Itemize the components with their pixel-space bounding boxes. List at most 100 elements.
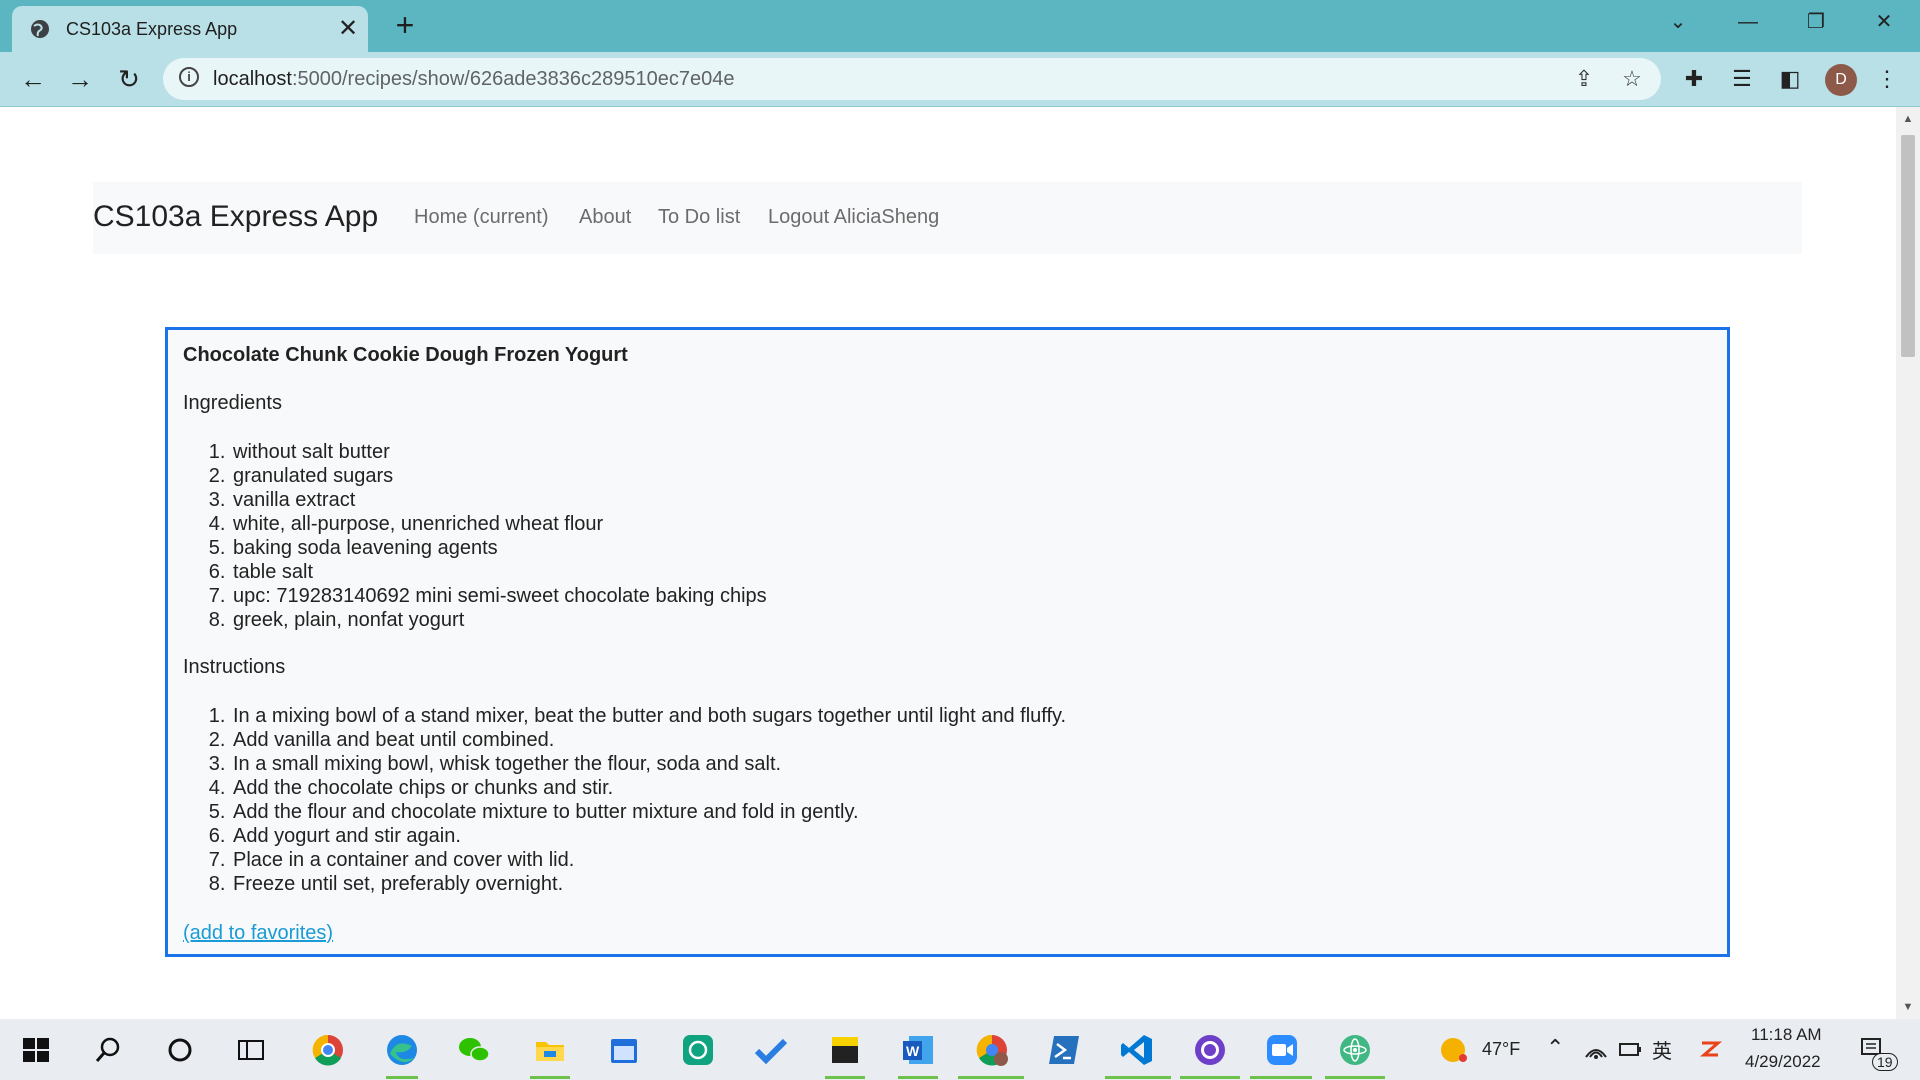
browser-frame: CS103a Express App ✕ + ⌄ — ❐ ✕ ← → ↻ i l… [0, 0, 1920, 107]
list-item: In a small mixing bowl, whisk together t… [231, 752, 1066, 776]
explorer-running-indicator [530, 1076, 570, 1079]
notification-count-badge: 19 [1872, 1053, 1898, 1071]
zoom-running-indicator [1250, 1076, 1312, 1079]
calendar-icon[interactable] [606, 1032, 642, 1068]
word-icon[interactable]: W [900, 1032, 936, 1068]
chrome-profile-icon[interactable] [974, 1032, 1010, 1068]
url-text[interactable]: localhost:5000/recipes/show/626ade3836c2… [213, 68, 735, 91]
github-running-indicator [1180, 1076, 1240, 1079]
list-item: Add the chocolate chips or chunks and st… [231, 776, 1066, 800]
list-item: baking soda leavening agents [231, 536, 767, 560]
url-host: localhost [213, 68, 292, 90]
minimize-icon[interactable]: — [1715, 0, 1781, 44]
list-item: Add vanilla and beat until combined. [231, 728, 1066, 752]
scroll-up-icon[interactable]: ▲ [1902, 113, 1914, 125]
sticky-running-indicator [825, 1076, 865, 1079]
clock-time[interactable]: 11:18 AM [1751, 1025, 1822, 1045]
globe-icon [31, 20, 49, 38]
tab-title: CS103a Express App [66, 19, 238, 39]
battery-icon[interactable] [1616, 1035, 1644, 1063]
list-item: white, all-purpose, unenriched wheat flo… [231, 512, 767, 536]
atom-running-indicator [1325, 1076, 1385, 1079]
back-icon[interactable]: ← [16, 62, 50, 96]
sticky-notes-icon[interactable] [827, 1032, 863, 1068]
vscode-running-indicator [1105, 1076, 1171, 1079]
scroll-thumb[interactable] [1901, 135, 1915, 357]
list-item: vanilla extract [231, 488, 767, 512]
recipe-title: Chocolate Chunk Cookie Dough Frozen Yogu… [183, 344, 628, 366]
ingredients-list: without salt butter granulated sugars va… [183, 440, 767, 632]
weather-temperature[interactable]: 47°F [1482, 1039, 1520, 1060]
share-icon[interactable]: ⇪ [1571, 66, 1597, 92]
navbar-brand[interactable]: CS103a Express App [93, 200, 378, 234]
instructions-heading: Instructions [183, 656, 286, 678]
chrome-icon[interactable] [310, 1032, 346, 1068]
list-item: In a mixing bowl of a stand mixer, beat … [231, 704, 1066, 728]
new-tab-icon[interactable]: + [390, 9, 420, 41]
add-to-favorites-link[interactable]: (add to favorites) [183, 922, 333, 945]
edge-icon[interactable] [384, 1032, 420, 1068]
file-explorer-icon[interactable] [532, 1032, 568, 1068]
weather-sun-icon[interactable] [1437, 1032, 1473, 1068]
nav-link-home[interactable]: Home (current) [414, 206, 548, 229]
list-item: greek, plain, nonfat yogurt [231, 608, 767, 632]
tab-search-icon[interactable]: ⌄ [1645, 0, 1711, 44]
wifi-icon[interactable] [1582, 1035, 1610, 1063]
browser-tab[interactable]: CS103a Express App ✕ [12, 6, 368, 52]
vscode-icon[interactable] [1119, 1032, 1155, 1068]
github-desktop-icon[interactable] [1192, 1032, 1228, 1068]
instructions-list: In a mixing bowl of a stand mixer, beat … [183, 704, 1066, 896]
ingredients-heading: Ingredients [183, 392, 282, 414]
nav-link-todo[interactable]: To Do list [658, 206, 740, 229]
todo-check-icon[interactable] [753, 1032, 789, 1068]
site-navbar: CS103a Express App Home (current) About … [93, 182, 1802, 254]
task-view-icon[interactable] [233, 1032, 269, 1068]
powershell-icon[interactable] [1046, 1032, 1082, 1068]
chatgpt-icon[interactable] [680, 1032, 716, 1068]
windows-taskbar: W 47°F ⌃ 英 11:18 AM 4/29/2022 19 [0, 1019, 1920, 1080]
word-running-indicator [898, 1076, 938, 1079]
nav-link-about[interactable]: About [579, 206, 631, 229]
url-path: :5000/recipes/show/626ade3836c289510ec7e… [291, 68, 735, 90]
list-item: without salt butter [231, 440, 767, 464]
side-panel-icon[interactable]: ◧ [1773, 62, 1807, 96]
clock-date[interactable]: 4/29/2022 [1745, 1052, 1821, 1072]
close-window-icon[interactable]: ✕ [1851, 0, 1917, 44]
svg-text:W: W [906, 1043, 920, 1059]
profile-avatar[interactable]: D [1825, 64, 1857, 96]
cortana-icon[interactable] [162, 1032, 198, 1068]
vertical-scrollbar[interactable]: ▲ ▼ [1896, 107, 1920, 1019]
bookmark-star-icon[interactable]: ☆ [1619, 66, 1645, 92]
windows-start-icon[interactable] [18, 1032, 54, 1068]
media-control-icon[interactable]: ☰ [1725, 62, 1759, 96]
chevron-up-icon[interactable]: ⌃ [1546, 1035, 1564, 1061]
recipe-card: Chocolate Chunk Cookie Dough Frozen Yogu… [165, 327, 1730, 957]
search-icon[interactable] [90, 1032, 126, 1068]
scroll-down-icon[interactable]: ▼ [1902, 1001, 1914, 1013]
forward-icon[interactable]: → [63, 62, 97, 96]
address-bar[interactable]: i localhost:5000/recipes/show/626ade3836… [163, 58, 1661, 100]
extensions-icon[interactable]: ✚ [1677, 62, 1711, 96]
page-viewport: CS103a Express App Home (current) About … [0, 107, 1896, 1019]
list-item: Place in a container and cover with lid. [231, 848, 1066, 872]
reload-icon[interactable]: ↻ [112, 62, 146, 96]
zoom-icon[interactable] [1264, 1032, 1300, 1068]
menu-kebab-icon[interactable]: ⋮ [1870, 62, 1904, 96]
chrome-running-indicator [958, 1076, 1024, 1079]
wechat-icon[interactable] [456, 1032, 492, 1068]
nav-link-logout[interactable]: Logout AliciaSheng [768, 206, 939, 229]
close-tab-icon[interactable]: ✕ [334, 15, 362, 43]
list-item: Add yogurt and stir again. [231, 824, 1066, 848]
list-item: Add the flour and chocolate mixture to b… [231, 800, 1066, 824]
app-tray-icon[interactable] [1696, 1035, 1724, 1063]
restore-icon[interactable]: ❐ [1783, 0, 1849, 44]
input-method-icon[interactable]: 英 [1652, 1035, 1672, 1064]
atom-icon[interactable] [1337, 1032, 1373, 1068]
list-item: granulated sugars [231, 464, 767, 488]
edge-running-indicator [386, 1076, 418, 1079]
site-info-icon[interactable]: i [179, 67, 199, 87]
list-item: Freeze until set, preferably overnight. [231, 872, 1066, 896]
list-item: table salt [231, 560, 767, 584]
list-item: upc: 719283140692 mini semi-sweet chocol… [231, 584, 767, 608]
browser-toolbar: ← → ↻ i localhost:5000/recipes/show/626a… [0, 52, 1920, 107]
